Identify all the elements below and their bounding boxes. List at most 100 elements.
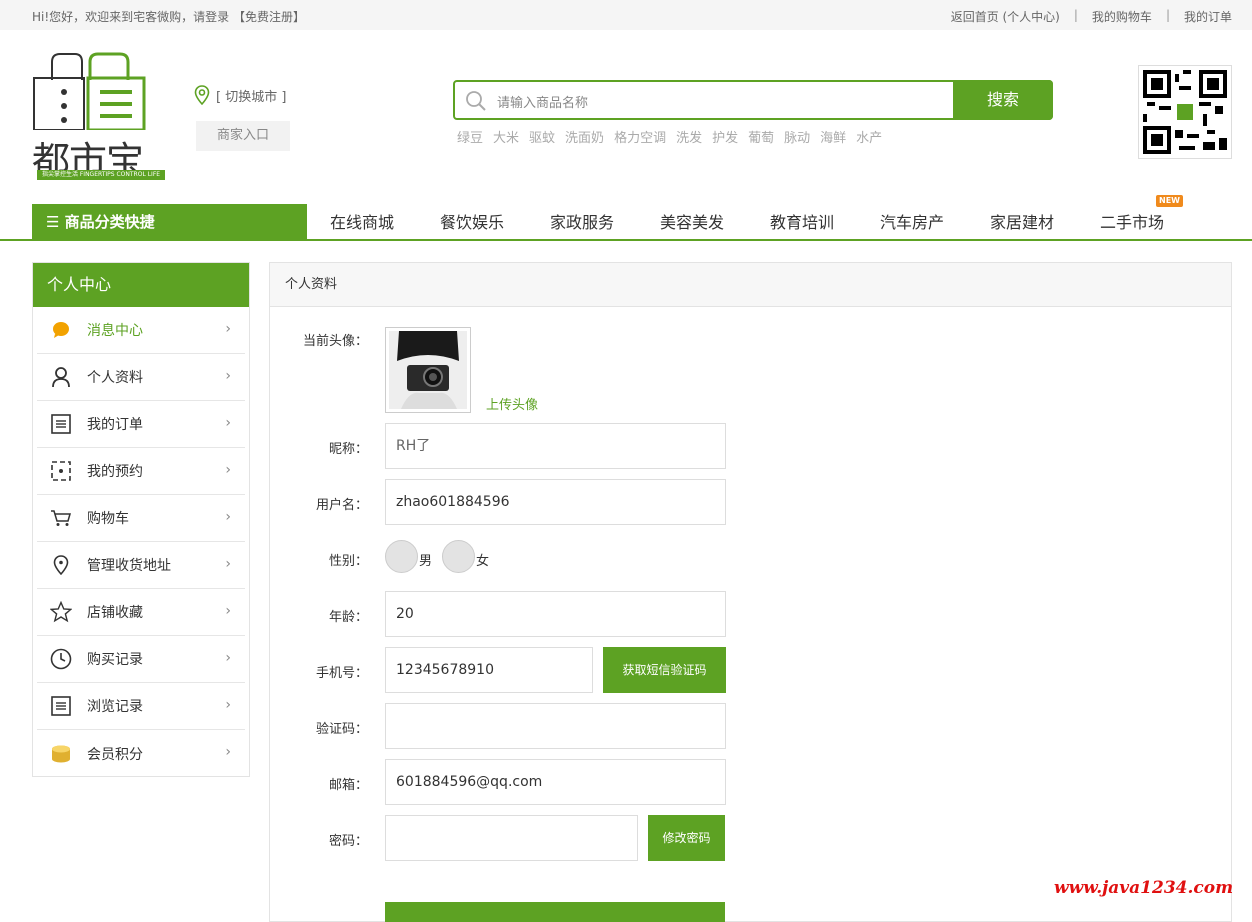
sidebar-item-messages[interactable]: 消息中心 › (37, 307, 245, 354)
gender-male-label: 男 (419, 554, 433, 569)
hot-word[interactable]: 驱蚊 (529, 127, 555, 146)
avatar-photo-icon (389, 328, 467, 409)
cart-icon (47, 504, 75, 532)
top-links: 返回首页 (个人中心) | 我的购物车 | 我的订单 (951, 8, 1232, 25)
avatar-label: 当前头像： (302, 334, 368, 349)
search-input[interactable]: 请输入商品名称 (497, 92, 588, 111)
gender-male-radio[interactable] (385, 540, 418, 573)
nav-item-label: 二手市场 (1099, 213, 1164, 232)
password-field[interactable] (385, 815, 638, 861)
hot-word[interactable]: 洗发 (676, 127, 702, 146)
sidebar-item-label: 消息中心 (87, 323, 143, 339)
age-label: 年龄： (328, 610, 368, 625)
category-label: 商品分类快捷 (64, 213, 155, 231)
nav-item[interactable]: 餐饮娱乐 (417, 204, 527, 241)
merchant-entry-button[interactable]: 商家入口 (196, 121, 290, 151)
sidebar-title: 个人中心 (33, 263, 249, 307)
chevron-right-icon: › (225, 556, 231, 572)
sidebar-item-profile[interactable]: 个人资料 › (37, 354, 245, 401)
qr-code (1138, 65, 1232, 159)
nav-item-secondhand[interactable]: 二手市场 NEW (1077, 195, 1187, 241)
star-icon (47, 598, 75, 626)
new-badge: NEW (1156, 195, 1183, 207)
logo-bag-icon (33, 52, 146, 132)
hot-word[interactable]: 洗面奶 (565, 127, 604, 146)
reservation-icon (47, 457, 75, 485)
nav-item[interactable]: 家居建材 (967, 204, 1077, 241)
verification-code-field[interactable] (385, 703, 726, 749)
sidebar-item-cart[interactable]: 购物车 › (37, 495, 245, 542)
chevron-right-icon: › (225, 650, 231, 666)
hot-word[interactable]: 葡萄 (748, 127, 774, 146)
gender-female-radio[interactable] (442, 540, 475, 573)
hot-word[interactable]: 护发 (712, 127, 738, 146)
hot-word[interactable]: 绿豆 (457, 127, 483, 146)
welcome-text: Hi!您好，欢迎来到宅客微购，请登录 【免费注册】 (32, 10, 305, 24)
sidebar-item-address[interactable]: 管理收货地址 › (37, 542, 245, 589)
hot-word[interactable]: 水产 (856, 127, 882, 146)
sidebar-item-label: 购买记录 (87, 652, 143, 668)
sidebar-item-label: 我的预约 (87, 464, 143, 480)
password-label: 密码： (328, 834, 368, 849)
nav-item[interactable]: 汽车房产 (857, 204, 967, 241)
chevron-right-icon: › (225, 415, 231, 431)
hot-word[interactable]: 大米 (493, 127, 519, 146)
nav-item[interactable]: 美容美发 (637, 204, 747, 241)
sidebar-item-label: 会员积分 (87, 746, 143, 763)
top-bar: Hi!您好，欢迎来到宅客微购，请登录 【免费注册】 返回首页 (个人中心) | … (0, 0, 1252, 30)
city-label: [ 切换城市 ] (216, 89, 287, 105)
nav-item[interactable]: 教育培训 (747, 204, 857, 241)
message-icon (47, 316, 75, 344)
watermark: www.java1234.com (1054, 878, 1234, 898)
search-icon (466, 91, 486, 111)
nickname-field[interactable]: RH了 (385, 423, 726, 469)
qr-code-icon (1143, 70, 1227, 154)
nav-item[interactable]: 家政服务 (527, 204, 637, 241)
get-sms-code-button[interactable]: 获取短信验证码 (603, 647, 726, 693)
sidebar-item-label: 我的订单 (87, 417, 143, 433)
orders-link[interactable]: 我的订单 (1184, 8, 1232, 25)
age-field[interactable]: 20 (385, 591, 726, 637)
clock-icon (47, 645, 75, 673)
chevron-right-icon: › (225, 368, 231, 384)
sidebar-item-points[interactable]: 会员积分 › (37, 730, 245, 777)
cart-link[interactable]: 我的购物车 (1092, 8, 1152, 25)
sidebar-item-reservations[interactable]: 我的预约 › (37, 448, 245, 495)
save-button[interactable] (385, 902, 725, 922)
sidebar: 个人中心 消息中心 › 个人资料 › 我的订单 › 我的预约 › 购物车 › 管… (32, 262, 250, 777)
hot-word[interactable]: 格力空调 (614, 127, 666, 146)
panel-title: 个人资料 (270, 263, 1231, 307)
hot-word[interactable]: 脉动 (784, 127, 810, 146)
main-nav: ☰ 商品分类快捷 在线商城 餐饮娱乐 家政服务 美容美发 教育培训 汽车房产 家… (0, 195, 1252, 241)
location-pin-icon (194, 85, 210, 105)
gender-label: 性别： (328, 554, 368, 569)
gender-female-label: 女 (476, 554, 490, 569)
sidebar-item-favorites[interactable]: 店铺收藏 › (37, 589, 245, 636)
nickname-label: 昵称： (328, 442, 368, 457)
category-menu-button[interactable]: ☰ 商品分类快捷 (32, 204, 307, 241)
sidebar-item-browse-history[interactable]: 浏览记录 › (37, 683, 245, 730)
sidebar-item-purchase-history[interactable]: 购买记录 › (37, 636, 245, 683)
phone-label: 手机号： (315, 666, 368, 681)
email-label: 邮箱： (328, 778, 368, 793)
search-box: 请输入商品名称 搜索 (453, 80, 1053, 120)
chevron-right-icon: › (225, 462, 231, 478)
sidebar-item-label: 店铺收藏 (87, 605, 143, 621)
sidebar-item-label: 管理收货地址 (87, 558, 171, 574)
separator: | (1165, 8, 1170, 22)
avatar-image (385, 327, 471, 413)
change-password-button[interactable]: 修改密码 (648, 815, 725, 861)
phone-field[interactable]: 12345678910 (385, 647, 593, 693)
email-field[interactable]: 601884596@qq.com (385, 759, 726, 805)
home-link[interactable]: 返回首页 (个人中心) (951, 8, 1060, 25)
order-icon (47, 410, 75, 438)
sidebar-item-orders[interactable]: 我的订单 › (37, 401, 245, 448)
search-button[interactable]: 搜索 (953, 80, 1053, 120)
hot-word[interactable]: 海鲜 (820, 127, 846, 146)
city-switcher[interactable]: [ 切换城市 ] (194, 85, 286, 105)
username-field[interactable]: zhao601884596 (385, 479, 726, 525)
upload-avatar-link[interactable]: 上传头像 (486, 394, 538, 413)
separator: | (1073, 8, 1078, 22)
site-logo[interactable]: 都市宝 指尖掌控生活 FINGERTIPS CONTROL LIFE (30, 50, 170, 183)
nav-item[interactable]: 在线商城 (307, 204, 417, 241)
